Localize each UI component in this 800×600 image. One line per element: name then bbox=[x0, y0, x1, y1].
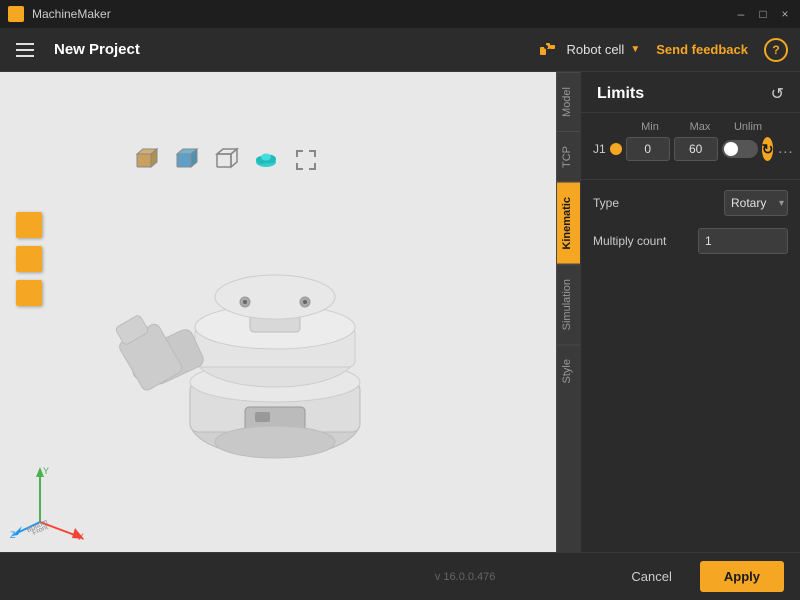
side-box-1[interactable] bbox=[16, 212, 42, 238]
title-bar: MachineMaker – □ × bbox=[0, 0, 800, 28]
view-cube-wireframe-button[interactable] bbox=[210, 144, 242, 176]
joint-row-j1: J1 ↻ … bbox=[593, 137, 788, 161]
multiply-count-row: Multiply count bbox=[581, 222, 800, 260]
min-header: Min bbox=[625, 121, 675, 133]
apply-button[interactable]: Apply bbox=[700, 561, 784, 592]
view-cube-front-button[interactable] bbox=[130, 144, 162, 176]
3d-viewport[interactable]: Y X Z Bottom Front bbox=[0, 72, 556, 552]
bottom-actions: Cancel Apply bbox=[615, 561, 784, 592]
send-feedback-button[interactable]: Send feedback bbox=[648, 38, 756, 61]
view-cloud-button[interactable] bbox=[250, 144, 282, 176]
app-icon bbox=[8, 6, 24, 22]
hamburger-menu[interactable] bbox=[12, 39, 38, 61]
unlim-header: Unlim bbox=[725, 121, 771, 133]
side-tabs-panel: Model TCP Kinematic Simulation Style bbox=[556, 72, 580, 552]
app-bar: New Project Robot cell ▼ Send feedback ? bbox=[0, 28, 800, 72]
project-title: New Project bbox=[54, 41, 140, 58]
window-controls: – □ × bbox=[734, 7, 792, 21]
robot-cell-label: Robot cell bbox=[567, 42, 625, 57]
version-label: v 16.0.0.476 bbox=[435, 571, 496, 583]
app-bar-center: Robot cell ▼ Send feedback ? bbox=[535, 38, 788, 62]
type-select[interactable]: Rotary Linear Fixed bbox=[724, 190, 788, 216]
minimize-button[interactable]: – bbox=[734, 7, 748, 21]
tab-simulation[interactable]: Simulation bbox=[557, 264, 580, 344]
tab-tcp[interactable]: TCP bbox=[557, 131, 580, 182]
side-box-3[interactable] bbox=[16, 280, 42, 306]
app-bar-left: New Project bbox=[12, 39, 140, 61]
app-name: MachineMaker bbox=[32, 7, 111, 21]
toggle-knob-j1 bbox=[724, 142, 738, 156]
svg-text:Z: Z bbox=[10, 530, 16, 540]
hamburger-line bbox=[16, 43, 34, 45]
type-label: Type bbox=[593, 196, 619, 210]
panel-title: Limits bbox=[597, 85, 644, 103]
divider bbox=[581, 179, 800, 180]
unlim-toggle-j1[interactable] bbox=[722, 140, 758, 158]
tab-kinematic[interactable]: Kinematic bbox=[557, 182, 580, 264]
viewport-toolbar bbox=[130, 144, 322, 176]
joint-label-j1: J1 bbox=[593, 142, 606, 156]
panel-header: Limits ↺ bbox=[581, 72, 800, 113]
coordinate-axis: Y X Z Bottom Front bbox=[10, 462, 90, 542]
right-panel: Limits ↺ Min Max Unlim J1 ↻ … bbox=[580, 72, 800, 552]
type-property-row: Type Rotary Linear Fixed ▾ bbox=[581, 184, 800, 222]
view-cube-side-button[interactable] bbox=[170, 144, 202, 176]
hamburger-line bbox=[16, 49, 34, 51]
tab-style[interactable]: Style bbox=[557, 344, 580, 397]
tab-model[interactable]: Model bbox=[557, 72, 580, 131]
help-button[interactable]: ? bbox=[764, 38, 788, 62]
reset-icon[interactable]: ↺ bbox=[771, 84, 784, 104]
min-input-j1[interactable] bbox=[626, 137, 670, 161]
joint-dot-j1 bbox=[610, 143, 622, 155]
multiply-count-input[interactable] bbox=[698, 228, 788, 254]
bottom-bar: v 16.0.0.476 Cancel Apply bbox=[0, 552, 800, 600]
side-box-2[interactable] bbox=[16, 246, 42, 272]
svg-text:X: X bbox=[78, 532, 84, 542]
title-bar-left: MachineMaker bbox=[8, 6, 111, 22]
cancel-button[interactable]: Cancel bbox=[615, 563, 687, 590]
robot-icon bbox=[535, 38, 559, 62]
maximize-button[interactable]: □ bbox=[756, 7, 770, 21]
robot-cell-dropdown[interactable]: Robot cell ▼ bbox=[567, 42, 641, 57]
side-item-list bbox=[16, 212, 42, 306]
more-options-j1[interactable]: … bbox=[777, 140, 794, 158]
robot-3d-view bbox=[80, 172, 460, 512]
limits-table: Min Max Unlim J1 ↻ … bbox=[581, 113, 800, 175]
multiply-count-label: Multiply count bbox=[593, 234, 666, 248]
expand-button[interactable] bbox=[290, 144, 322, 176]
hamburger-line bbox=[16, 55, 34, 57]
type-select-wrapper: Rotary Linear Fixed ▾ bbox=[724, 190, 788, 216]
max-header: Max bbox=[675, 121, 725, 133]
max-input-j1[interactable] bbox=[674, 137, 718, 161]
limits-header-row: Min Max Unlim bbox=[593, 121, 788, 133]
svg-text:Y: Y bbox=[43, 466, 49, 476]
spinner-button-j1[interactable]: ↻ bbox=[762, 137, 774, 161]
close-button[interactable]: × bbox=[778, 7, 792, 21]
dropdown-arrow-icon: ▼ bbox=[630, 44, 640, 55]
